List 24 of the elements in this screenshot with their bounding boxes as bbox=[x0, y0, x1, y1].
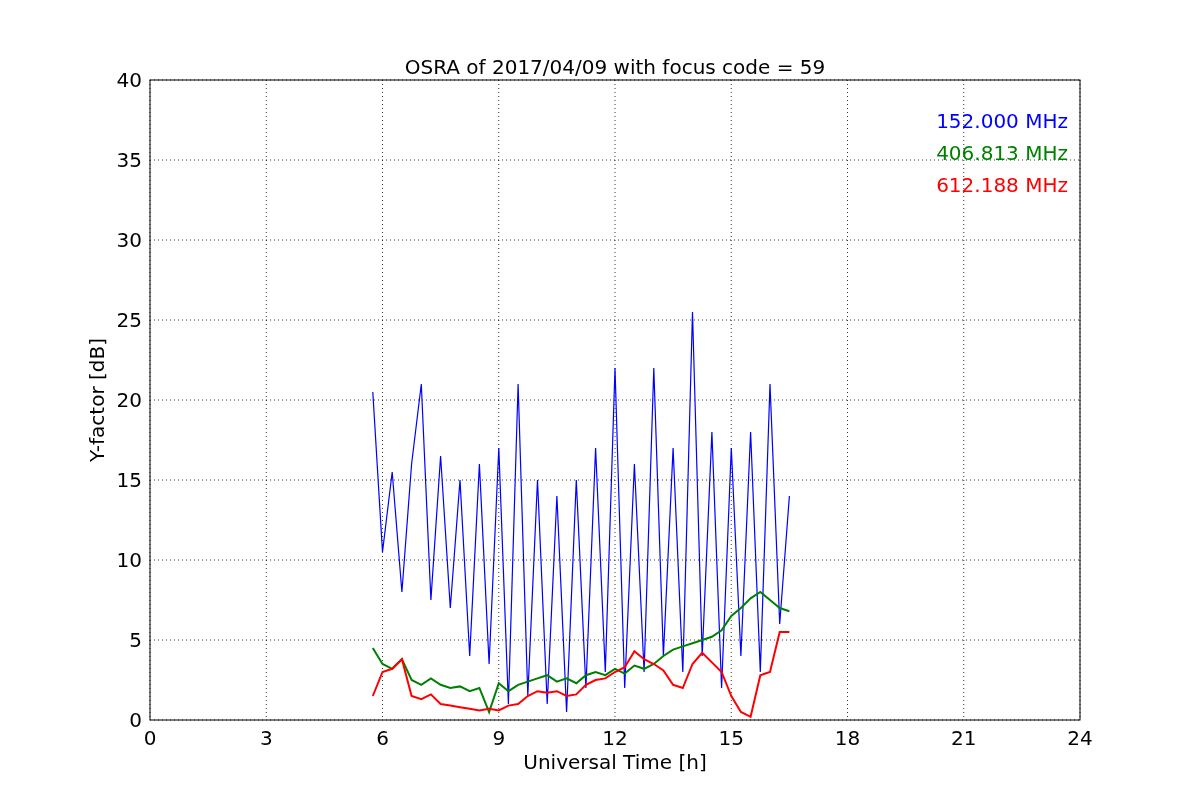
legend-label: 406.813 MHz bbox=[936, 141, 1068, 165]
tick-label: 9 bbox=[492, 726, 506, 750]
legend-label: 612.188 MHz bbox=[936, 173, 1068, 197]
tick-label: 12 bbox=[602, 726, 628, 750]
tick-label: 40 bbox=[116, 68, 142, 92]
tick-label: 20 bbox=[116, 388, 142, 412]
tick-label: 30 bbox=[116, 228, 142, 252]
axis-label: Y-factor [dB] bbox=[85, 338, 109, 462]
tick-label: 3 bbox=[259, 726, 273, 750]
tick-label: 0 bbox=[143, 726, 157, 750]
tick-label: 24 bbox=[1067, 726, 1093, 750]
axis-label: Universal Time [h] bbox=[523, 750, 707, 774]
tick-label: 10 bbox=[116, 548, 142, 572]
tick-label: 5 bbox=[129, 628, 142, 652]
legend-label: 152.000 MHz bbox=[936, 109, 1068, 133]
tick-label: 15 bbox=[718, 726, 744, 750]
tick-label: 25 bbox=[116, 308, 142, 332]
tick-label: 0 bbox=[129, 708, 142, 732]
tick-label: 18 bbox=[834, 726, 861, 750]
tick-label: 15 bbox=[116, 468, 142, 492]
tick-label: 6 bbox=[376, 726, 389, 750]
tick-label: 21 bbox=[951, 726, 977, 750]
chart-title: OSRA of 2017/04/09 with focus code = 59 bbox=[404, 55, 826, 79]
tick-label: 35 bbox=[116, 148, 142, 172]
